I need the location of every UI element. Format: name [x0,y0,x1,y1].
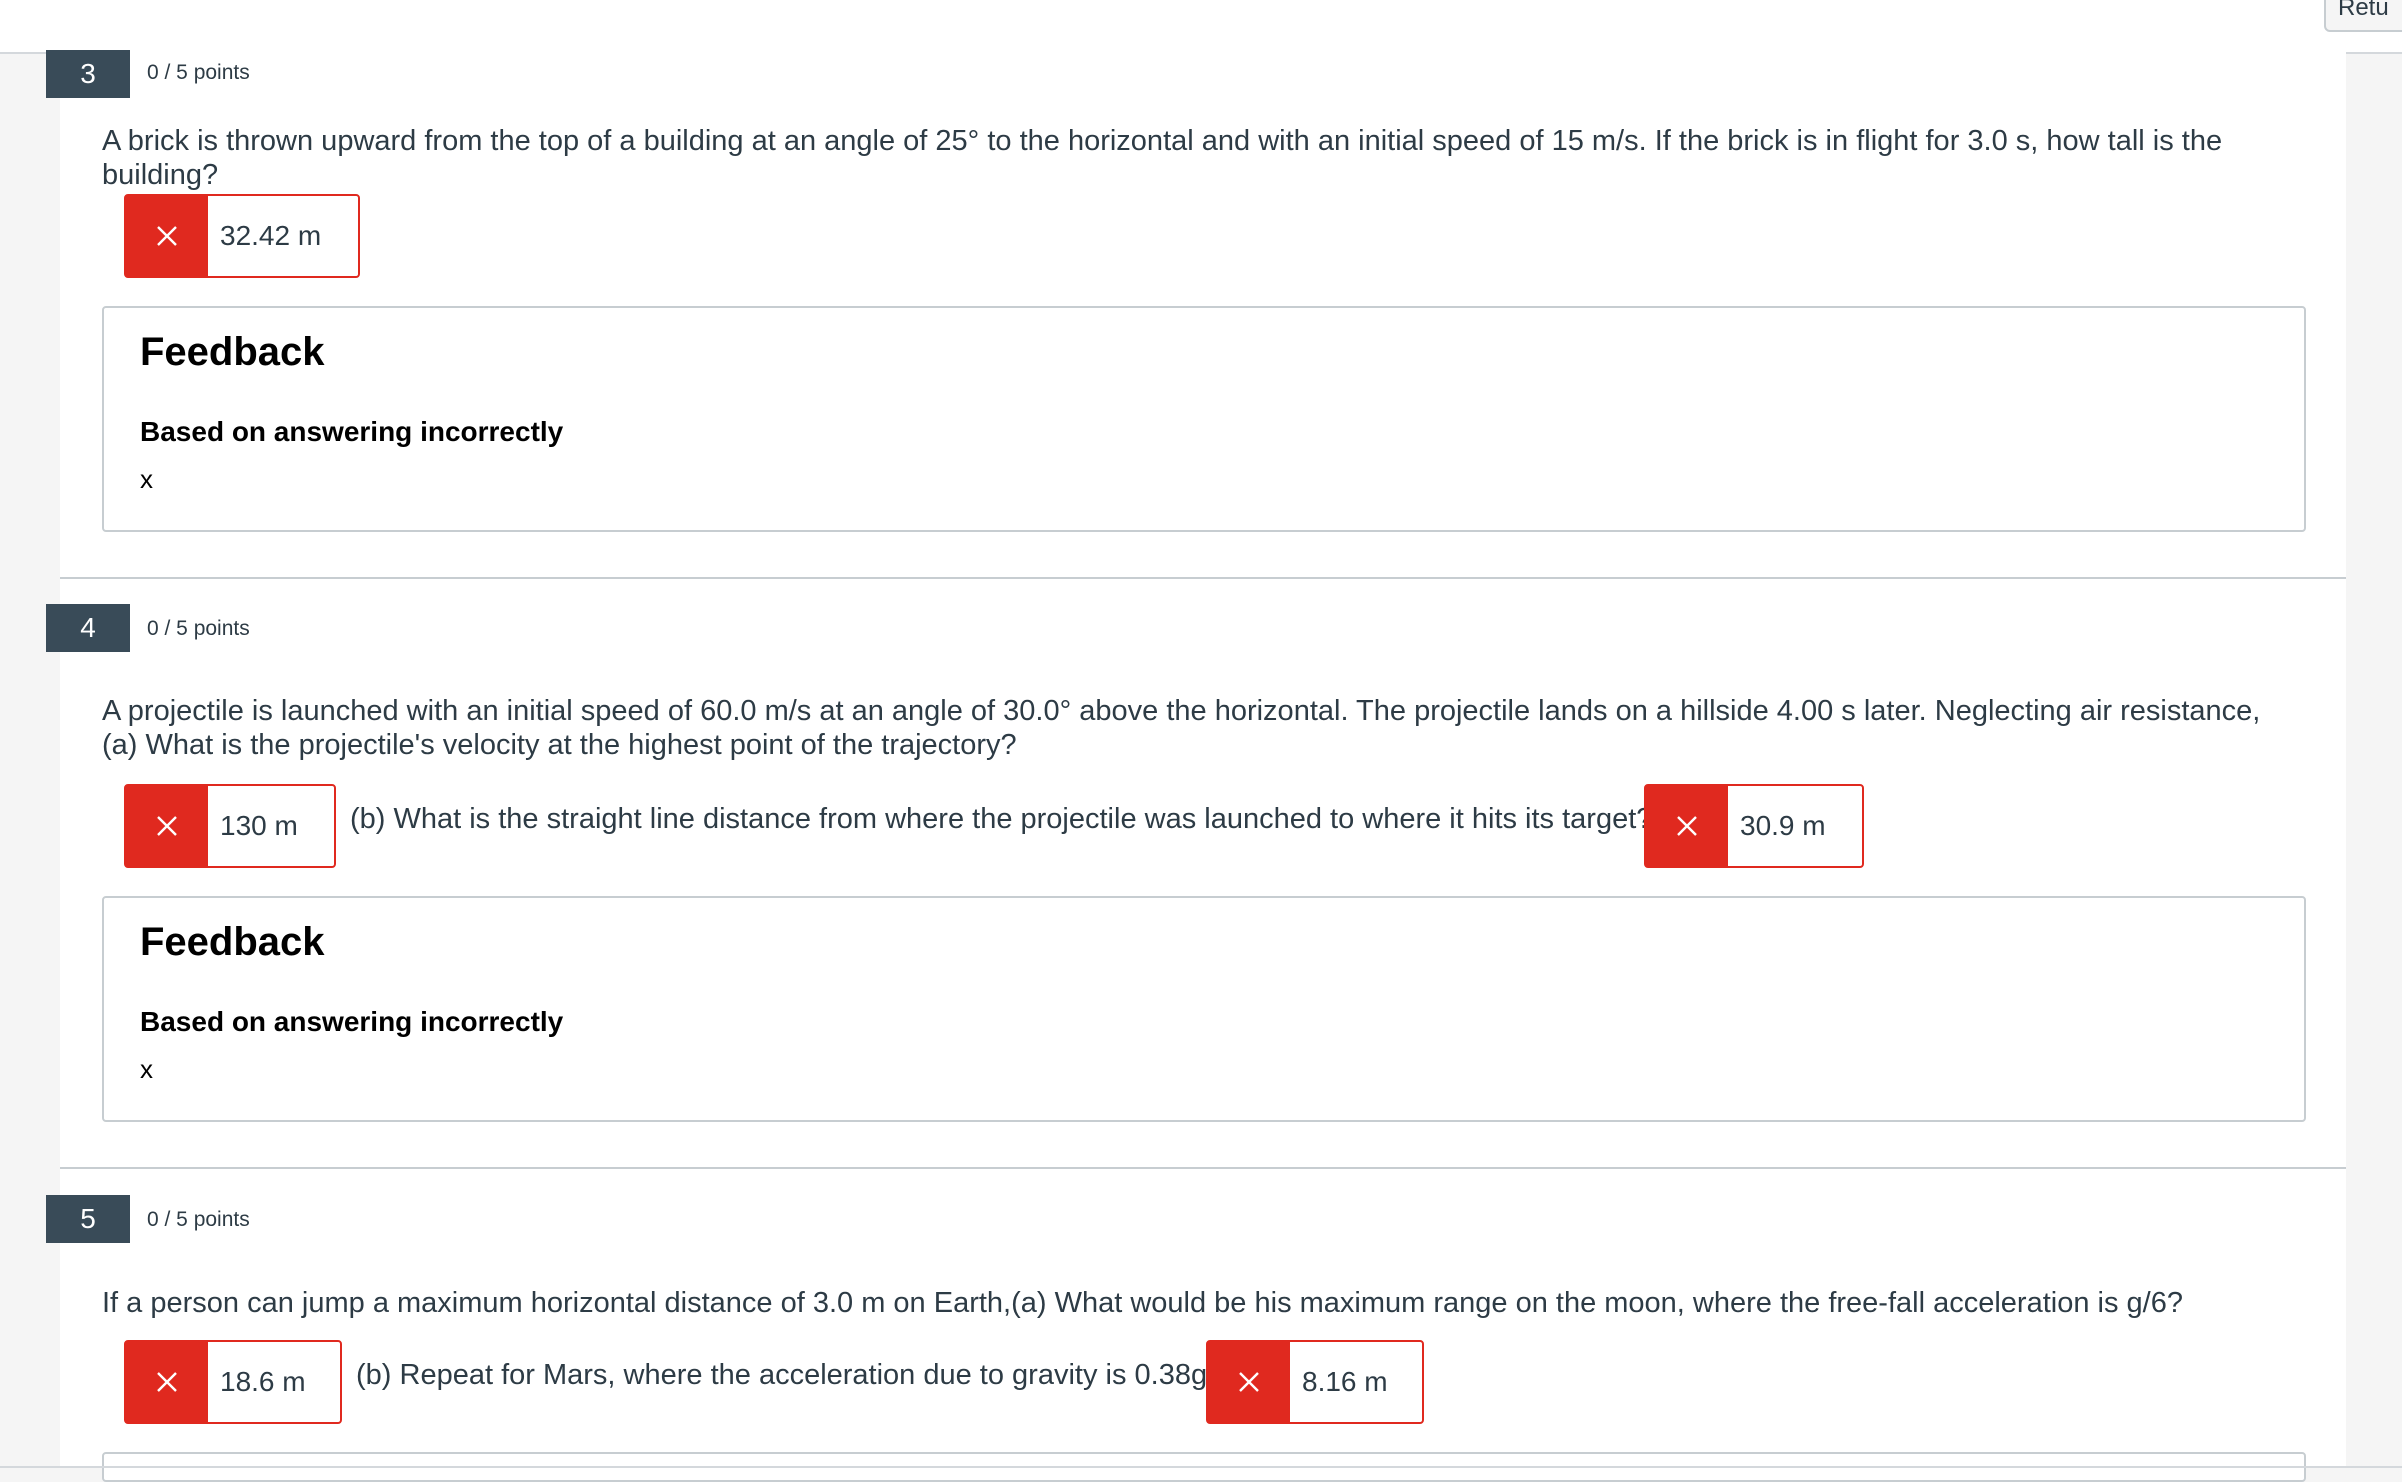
question-points: 0 / 5 points [147,1208,250,1231]
answer-value: 130 m [220,810,298,841]
feedback-body: x [140,1054,153,1084]
incorrect-answer-b: 30.9 m [1644,784,1864,868]
incorrect-answer: 32.42 m [124,194,360,278]
question-part-b-text: (b) What is the straight line distance f… [350,803,1653,835]
question-part-b-text: (b) Repeat for Mars, where the accelerat… [356,1359,1216,1391]
incorrect-mark-icon [1646,786,1728,866]
answer-value: 18.6 m [220,1366,306,1397]
incorrect-mark-icon [126,1342,208,1422]
answer-value: 30.9 m [1740,810,1826,841]
return-button[interactable]: Retu [2324,0,2402,32]
question-number-badge: 4 [46,604,130,652]
question-number-badge: 5 [46,1195,130,1243]
top-bar: Retu [0,0,2402,54]
answer-value: 32.42 m [220,220,322,251]
incorrect-mark-icon [126,196,208,276]
feedback-box: Feedback Based on answering incorrectly … [102,306,2306,532]
question-text: If a person can jump a maximum horizonta… [102,1287,2183,1319]
question-points: 0 / 5 points [147,61,250,84]
incorrect-answer-a: 18.6 m [124,1340,342,1424]
feedback-title: Feedback [140,920,325,964]
feedback-body: x [140,464,153,494]
incorrect-mark-icon [1208,1342,1290,1422]
incorrect-answer-a: 130 m [124,784,336,868]
question-text: A projectile is launched with an initial… [102,695,2261,761]
feedback-title: Feedback [140,330,325,374]
feedback-subtitle: Based on answering incorrectly [140,416,564,447]
feedback-subtitle: Based on answering incorrectly [140,1006,564,1037]
return-button-label: Retu [2338,0,2389,21]
incorrect-answer-b: 8.16 m [1206,1340,1424,1424]
question-text: A brick is thrown upward from the top of… [102,125,2223,191]
question-points: 0 / 5 points [147,617,250,640]
question-divider [60,1167,2346,1169]
feedback-box: Feedback Based on answering incorrectly … [102,896,2306,1122]
incorrect-mark-icon [126,786,208,866]
question-divider [60,577,2346,579]
question-number-badge: 3 [46,50,130,98]
answer-value: 8.16 m [1302,1366,1388,1397]
